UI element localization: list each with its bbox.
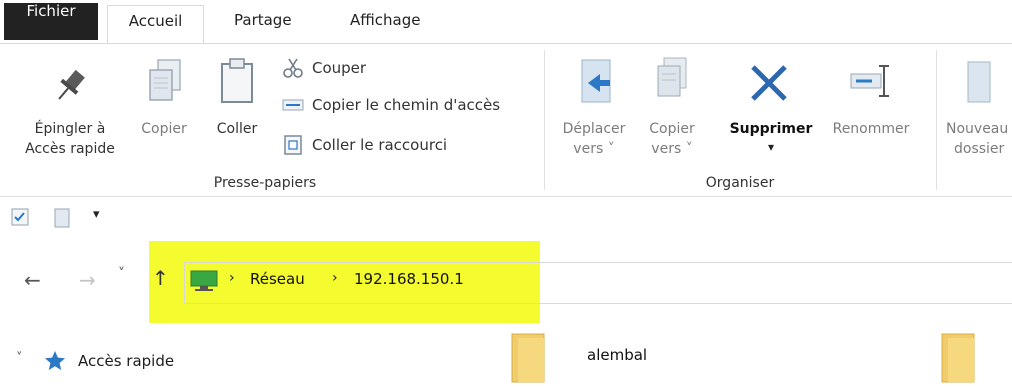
copy-path-label: Copier le chemin d'accès <box>312 96 501 114</box>
up-button[interactable]: ↑ <box>152 266 169 290</box>
breadcrumb-ip[interactable]: 192.168.150.1 <box>354 270 464 288</box>
tab-home[interactable]: Accueil <box>107 5 204 44</box>
paste-icon[interactable] <box>216 56 260 106</box>
nav-quick-access[interactable]: Accès rapide <box>78 352 174 370</box>
move-to-label-line1[interactable]: Déplacer <box>552 120 636 139</box>
tab-share[interactable]: Partage <box>234 5 292 44</box>
paste-shortcut-label: Coller le raccourci <box>312 136 448 154</box>
folder-name[interactable]: alembal <box>587 346 647 364</box>
folder-icon[interactable] <box>938 330 978 385</box>
pin-label-line1[interactable]: Épingler à <box>12 120 128 139</box>
back-button[interactable]: ← <box>24 268 41 292</box>
ribbon: Épingler à Accès rapide Copier Coller Co… <box>0 44 1012 197</box>
rename-icon[interactable] <box>848 62 896 102</box>
address-bar[interactable] <box>184 262 1012 304</box>
qat-dropdown-button[interactable]: ▾ <box>93 207 100 222</box>
move-to-label-line2[interactable]: vers ˅ <box>552 140 636 159</box>
delete-icon[interactable] <box>746 60 792 106</box>
paste-shortcut-icon <box>284 135 302 155</box>
rename-button[interactable]: Renommer <box>822 120 920 139</box>
copy-to-label-line2[interactable]: vers ˅ <box>636 140 708 159</box>
quick-access-expand-chevron[interactable]: ˅ <box>16 351 23 366</box>
paste-shortcut-button[interactable]: Coller le raccourci <box>282 134 447 156</box>
quick-access-toolbar: ▾ <box>0 197 1012 241</box>
recent-locations-button[interactable]: ˅ <box>118 266 125 282</box>
copy-to-label-line1[interactable]: Copier <box>636 120 708 139</box>
copy-path-icon <box>282 99 304 111</box>
forward-button[interactable]: → <box>79 268 96 292</box>
copy-to-icon[interactable] <box>650 54 694 108</box>
paste-button[interactable]: Coller <box>206 120 268 139</box>
group-label-organize: Organiser <box>705 175 775 191</box>
group-label-clipboard: Presse-papiers <box>213 175 317 191</box>
folder-icon[interactable] <box>508 330 548 385</box>
star-icon <box>44 350 66 372</box>
new-folder-label-line1[interactable]: Nouveau <box>946 120 1008 139</box>
scissors-icon <box>283 58 303 78</box>
cut-button[interactable]: Couper <box>282 57 366 79</box>
tab-view[interactable]: Affichage <box>350 5 420 44</box>
breadcrumb-separator: › <box>332 270 338 286</box>
copy-path-button[interactable]: Copier le chemin d'accès <box>282 96 500 114</box>
new-folder-icon[interactable] <box>960 58 1000 108</box>
new-folder-quick-icon[interactable] <box>52 207 72 229</box>
delete-dropdown-arrow[interactable]: ▾ <box>722 138 820 157</box>
group-separator <box>544 50 545 190</box>
breadcrumb-separator: › <box>229 270 235 286</box>
group-separator <box>936 50 937 190</box>
pin-icon[interactable] <box>48 64 92 108</box>
copy-button[interactable]: Copier <box>134 120 194 139</box>
properties-icon[interactable] <box>10 207 30 227</box>
network-computer-icon <box>189 269 219 293</box>
tab-file[interactable]: Fichier <box>4 2 98 40</box>
cut-label: Couper <box>312 59 367 77</box>
breadcrumb-reseau[interactable]: Réseau <box>250 270 305 288</box>
move-to-icon[interactable] <box>574 56 618 108</box>
ribbon-tab-bar: Fichier Accueil Partage Affichage <box>0 0 1012 44</box>
delete-button[interactable]: Supprimer <box>722 120 820 139</box>
pin-label-line2[interactable]: Accès rapide <box>12 140 128 159</box>
new-folder-label-line2[interactable]: dossier <box>954 140 1004 159</box>
copy-icon[interactable] <box>144 56 188 106</box>
